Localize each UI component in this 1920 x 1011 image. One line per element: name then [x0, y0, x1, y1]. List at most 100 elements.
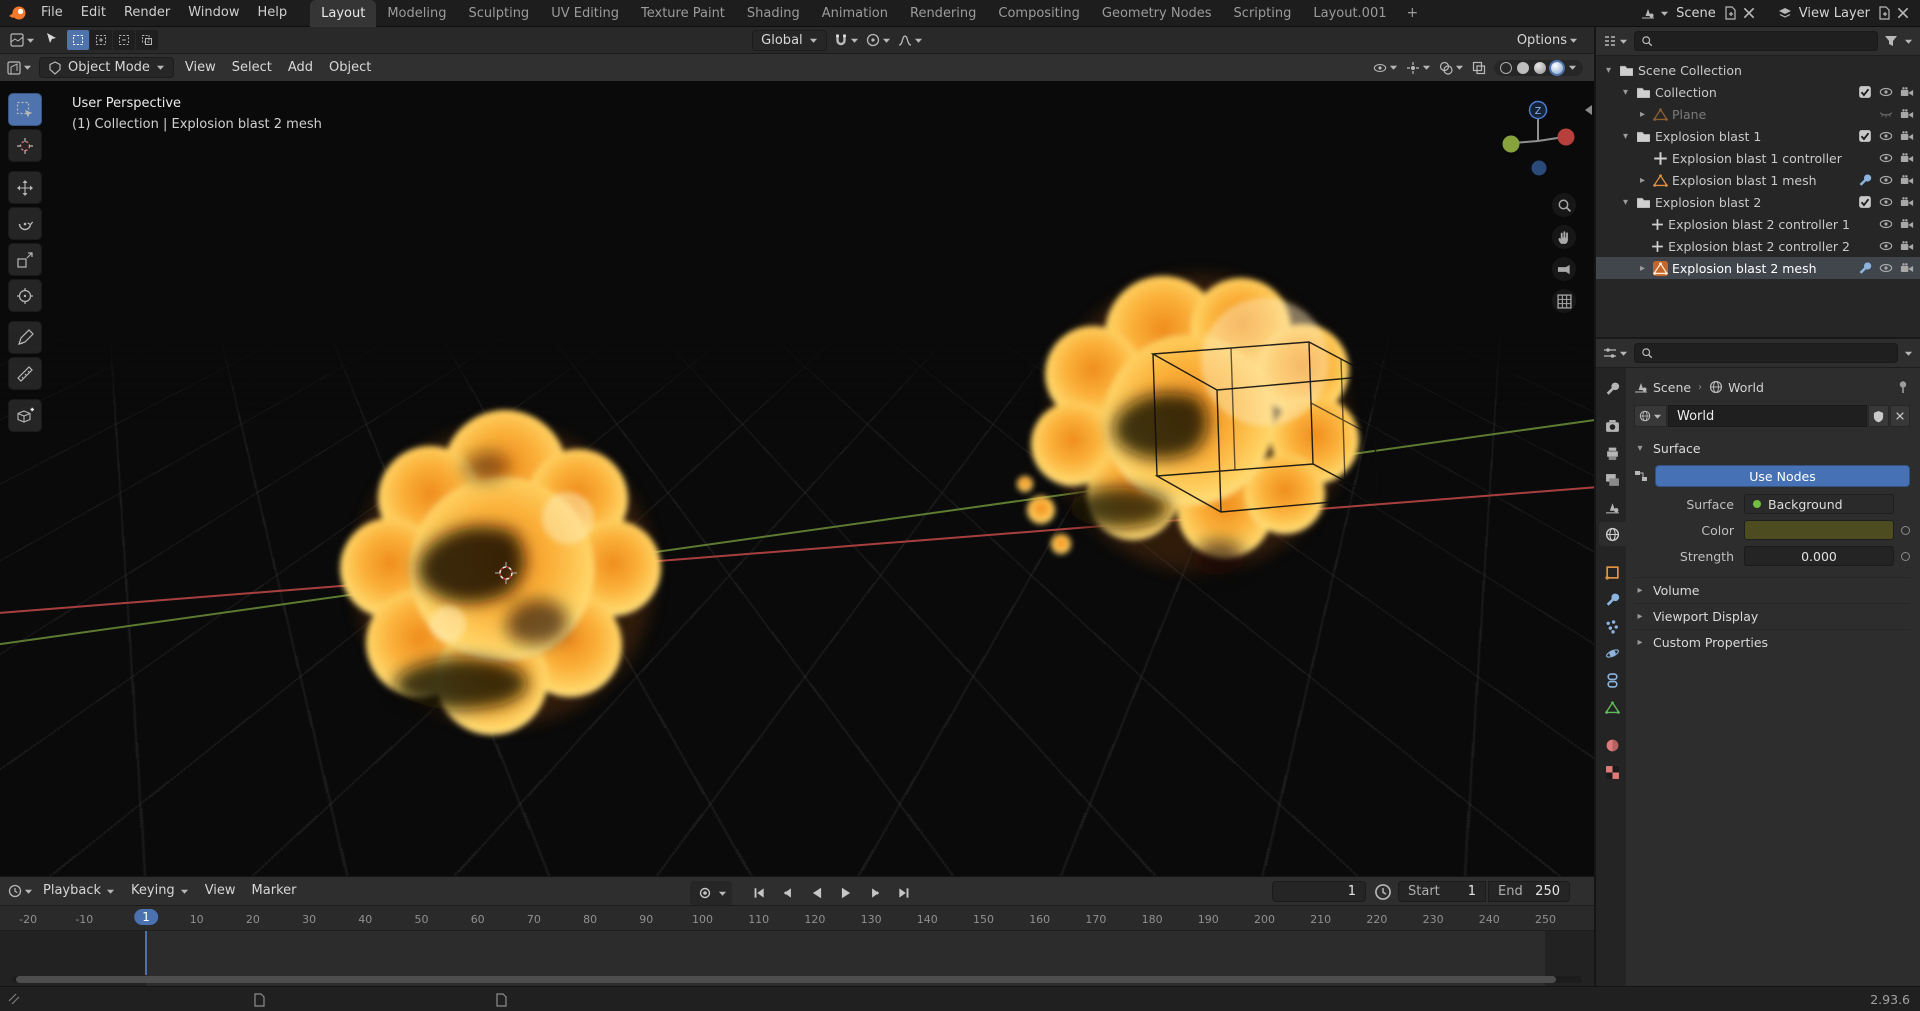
pin-icon[interactable] — [1896, 380, 1910, 394]
outliner-editor-type-selector[interactable] — [1603, 34, 1628, 48]
properties-tab-object-data[interactable] — [1599, 695, 1626, 719]
shading-material-button[interactable] — [1534, 61, 1546, 74]
breadcrumb-world[interactable]: World — [1709, 380, 1764, 395]
jump-to-start-button[interactable] — [749, 883, 769, 903]
current-frame-field[interactable]: 1 — [1272, 881, 1366, 902]
properties-tab-world[interactable] — [1599, 522, 1626, 546]
eye-toggle[interactable] — [1879, 85, 1893, 99]
outliner-options-caret-icon[interactable] — [1904, 38, 1913, 45]
annotate-tool[interactable] — [8, 321, 42, 354]
camera-toggle[interactable] — [1900, 261, 1914, 275]
properties-tab-modifiers[interactable] — [1599, 587, 1626, 611]
transform-tool[interactable] — [8, 279, 42, 312]
menu-window[interactable]: Window — [179, 5, 248, 20]
color-swatch-field[interactable] — [1744, 520, 1894, 540]
properties-tab-material[interactable] — [1599, 733, 1626, 757]
viewport-editor-type-selector[interactable] — [7, 60, 32, 75]
unlink-world-button[interactable] — [1890, 405, 1910, 427]
camera-toggle[interactable] — [1900, 195, 1914, 209]
expander-icon[interactable]: ▸ — [1636, 175, 1649, 186]
timeline-editor-type-selector[interactable] — [8, 884, 33, 898]
measure-tool[interactable] — [8, 357, 42, 390]
gizmo-y-axis-ball[interactable] — [1502, 135, 1520, 153]
outliner-row-plane[interactable]: ▸ Plane — [1596, 103, 1920, 125]
timeline-menu-marker[interactable]: Marker — [244, 877, 305, 905]
timeline-ruler[interactable]: 1 -20 -10 10 20 30 40 50 60 70 80 90 100 110 120 130 14… — [0, 906, 1594, 931]
scene-name[interactable]: Scene — [1674, 6, 1718, 21]
add-workspace-button[interactable]: + — [1398, 0, 1428, 27]
menu-edit[interactable]: Edit — [72, 5, 115, 20]
strength-field[interactable]: 0.000 — [1744, 546, 1894, 566]
workspace-tab-shading[interactable]: Shading — [736, 0, 811, 27]
camera-toggle[interactable] — [1900, 85, 1914, 99]
camera-view-button[interactable] — [1552, 257, 1576, 281]
outliner-row-collection[interactable]: ▾ Collection — [1596, 81, 1920, 103]
properties-tab-view-layer[interactable] — [1599, 468, 1626, 492]
properties-search-field[interactable] — [1634, 343, 1898, 363]
camera-toggle[interactable] — [1900, 217, 1914, 231]
fake-user-shield-button[interactable] — [1868, 405, 1889, 427]
eye-toggle[interactable] — [1879, 151, 1893, 165]
frame-end-field[interactable]: End 250 — [1488, 881, 1570, 902]
mode-dropdown[interactable]: Object Mode — [39, 57, 174, 78]
shading-solid-button[interactable] — [1517, 61, 1529, 74]
camera-toggle[interactable] — [1900, 151, 1914, 165]
new-view-layer-icon[interactable] — [1877, 6, 1891, 20]
xray-toggle[interactable] — [1472, 61, 1486, 75]
outliner-row-explosion-blast-1-mesh[interactable]: ▸ Explosion blast 1 mesh — [1596, 169, 1920, 191]
eye-toggle[interactable] — [1879, 217, 1893, 231]
workspace-tab-scripting[interactable]: Scripting — [1223, 0, 1303, 27]
properties-editor-type-selector[interactable] — [1603, 346, 1628, 360]
camera-toggle[interactable] — [1900, 129, 1914, 143]
scene-browse-caret-icon[interactable] — [1660, 10, 1669, 17]
camera-toggle[interactable] — [1900, 173, 1914, 187]
workspace-tab-modeling[interactable]: Modeling — [376, 0, 457, 27]
properties-tab-tool[interactable] — [1599, 376, 1626, 400]
expander-icon[interactable]: ▾ — [1619, 87, 1632, 98]
outliner-row-explosion-blast-2-controller-1[interactable]: Explosion blast 2 controller 1 — [1596, 213, 1920, 235]
color-animate-dot[interactable] — [1901, 525, 1910, 535]
strength-animate-dot[interactable] — [1901, 551, 1910, 561]
gizmos-dropdown[interactable] — [1406, 61, 1431, 75]
ortho-toggle-button[interactable] — [1552, 289, 1576, 313]
select-mode-subtract-button[interactable] — [113, 30, 135, 50]
next-keyframe-button[interactable] — [865, 883, 885, 903]
outliner-row-explosion-blast-1-controller[interactable]: Explosion blast 1 controller — [1596, 147, 1920, 169]
camera-toggle[interactable] — [1900, 107, 1914, 121]
modifier-toggle[interactable] — [1858, 261, 1872, 275]
snapping-controls[interactable] — [834, 33, 859, 47]
eye-toggle[interactable] — [1879, 239, 1893, 253]
checkbox-toggle[interactable] — [1858, 85, 1872, 99]
remove-view-layer-icon[interactable] — [1896, 6, 1910, 20]
filter-funnel-icon[interactable] — [1884, 34, 1898, 48]
object-visibility-dropdown[interactable] — [1373, 61, 1398, 75]
unlink-scene-icon[interactable] — [1742, 6, 1756, 20]
menu-file[interactable]: File — [32, 5, 72, 20]
world-name-field[interactable]: World — [1668, 405, 1867, 427]
use-nodes-button[interactable]: Use Nodes — [1655, 465, 1910, 487]
active-tool-icon[interactable] — [42, 31, 60, 49]
viewport-menu-select[interactable]: Select — [224, 55, 280, 81]
eye-closed-toggle[interactable] — [1879, 107, 1893, 121]
previous-keyframe-button[interactable] — [778, 883, 798, 903]
transform-orientation-dropdown[interactable]: Global — [752, 29, 827, 51]
menu-render[interactable]: Render — [115, 5, 179, 20]
tweak-select-tool[interactable] — [8, 93, 42, 126]
jump-to-end-button[interactable] — [894, 883, 914, 903]
expander-icon[interactable]: ▸ — [1636, 263, 1649, 274]
properties-tab-physics[interactable] — [1599, 641, 1626, 665]
workspace-tab-layout[interactable]: Layout — [310, 0, 377, 27]
properties-options-caret-icon[interactable] — [1904, 350, 1913, 357]
current-frame-badge[interactable]: 1 — [134, 909, 158, 925]
properties-tab-render[interactable] — [1599, 414, 1626, 438]
browse-world-button[interactable] — [1634, 405, 1667, 427]
outliner-row-explosion-blast-2-controller-2[interactable]: Explosion blast 2 controller 2 — [1596, 235, 1920, 257]
gizmo-negative-z-ball[interactable] — [1531, 160, 1547, 176]
workspace-tab-layout-001[interactable]: Layout.001 — [1302, 0, 1397, 27]
preview-range-toggle[interactable] — [1374, 883, 1392, 901]
panel-header-volume[interactable]: ▸ Volume — [1634, 577, 1910, 603]
blender-logo-icon[interactable] — [8, 4, 28, 22]
zoom-button[interactable] — [1552, 193, 1576, 217]
outliner-search-field[interactable] — [1634, 31, 1878, 51]
properties-tab-scene[interactable] — [1599, 495, 1626, 519]
